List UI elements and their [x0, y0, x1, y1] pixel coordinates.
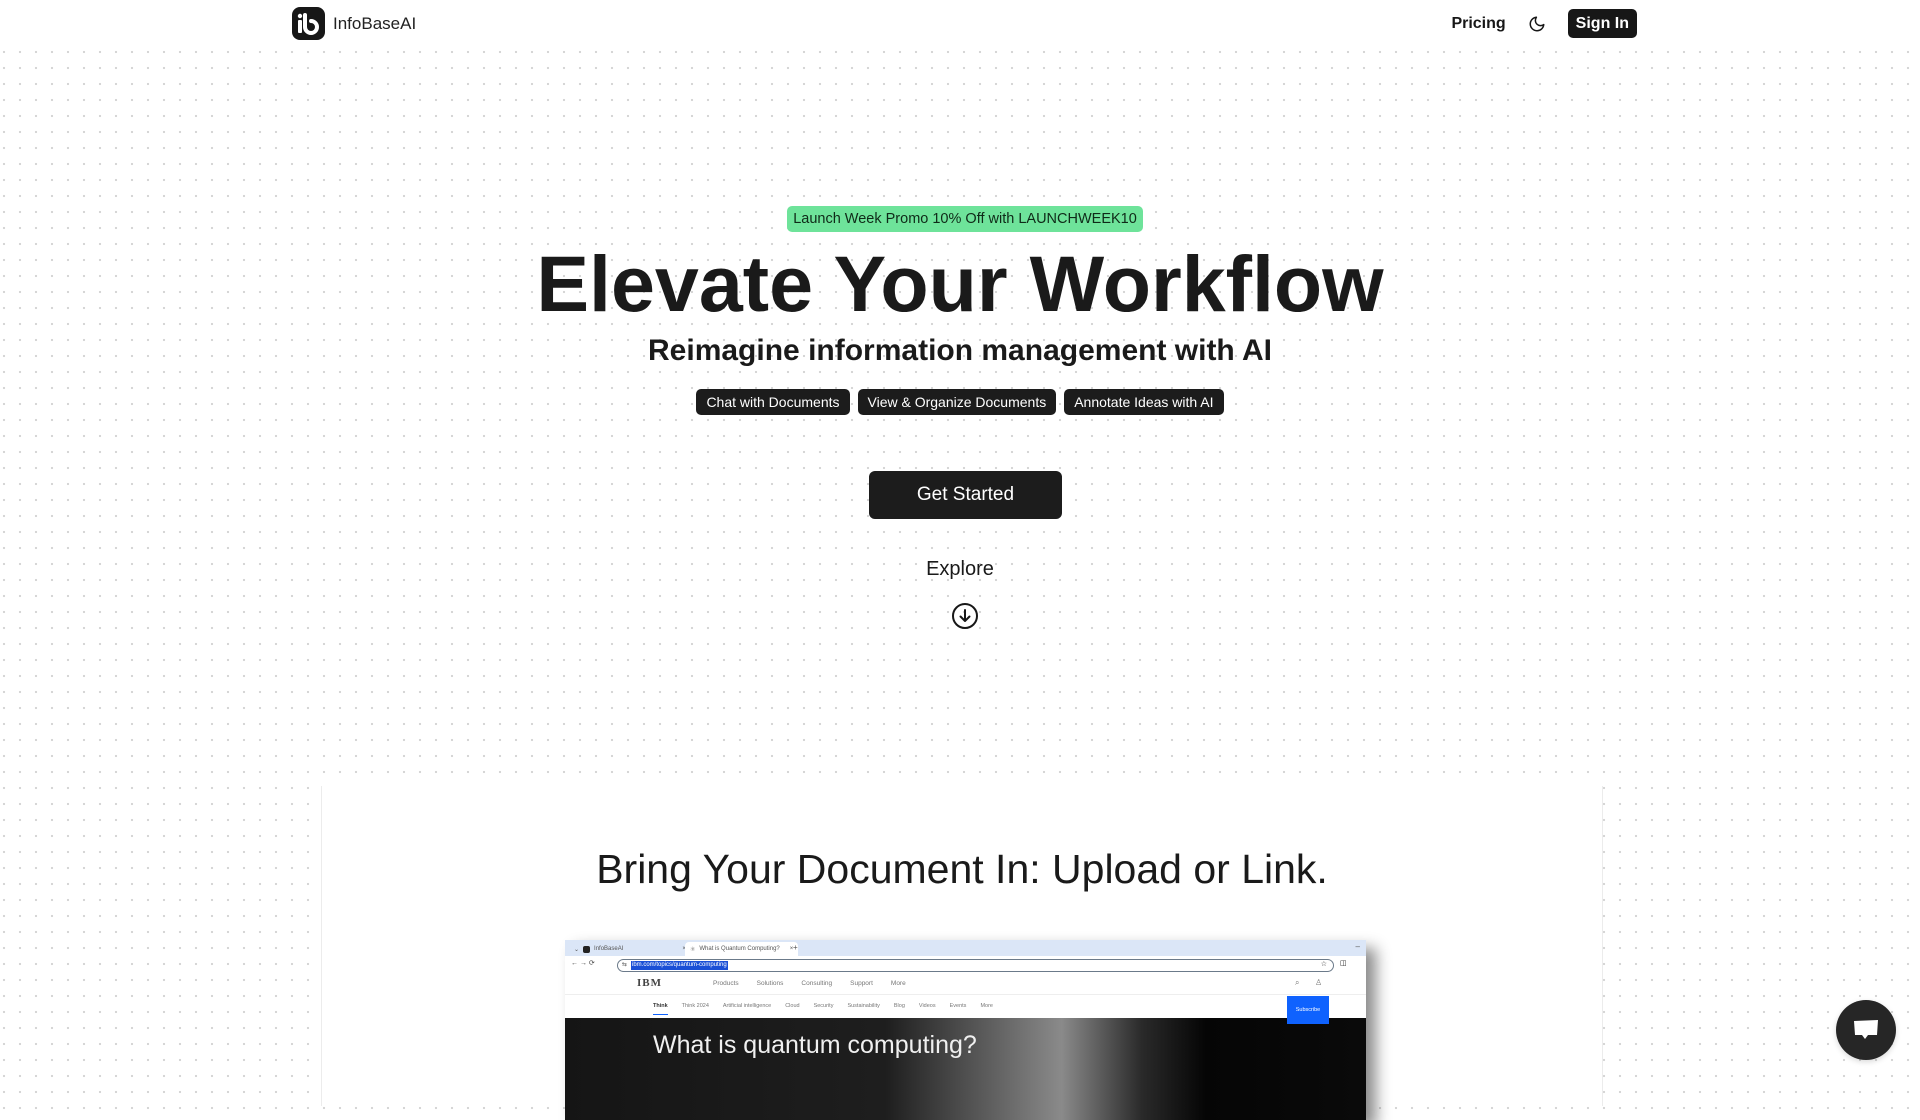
get-started-button[interactable]: Get Started [869, 471, 1062, 519]
extension-icon: ◫ [1340, 960, 1347, 967]
screenshot-tab: ⌄ InfoBaseAI × [574, 945, 686, 953]
promo-badge: Launch Week Promo 10% Off with LAUNCHWEE… [787, 206, 1143, 232]
screenshot-site-nav: IBM Products Solutions Consulting Suppor… [565, 974, 1366, 995]
feature-pill-chat: Chat with Documents [696, 389, 850, 415]
pricing-link[interactable]: Pricing [1451, 15, 1505, 33]
star-icon: ☆ [1320, 961, 1327, 968]
minimize-icon: – [1355, 942, 1360, 951]
screenshot-url: ibm.com/topics/quantum-computing [631, 961, 728, 970]
feature-pills: Chat with Documents View & Organize Docu… [0, 389, 1920, 415]
arrow-down-circle-icon[interactable] [951, 602, 979, 630]
hero-title: Elevate Your Workflow [536, 239, 1384, 328]
infobase-favicon-icon [583, 945, 591, 953]
browser-screenshot: ⌄ InfoBaseAI × ⚛ What is Quantum Computi… [565, 940, 1366, 1120]
screenshot-hero-text: What is quantum computing? [653, 1031, 977, 1059]
sign-in-button[interactable]: Sign In [1567, 9, 1637, 38]
screenshot-subscribe-button: Subscribe [1287, 996, 1329, 1024]
moon-icon [1529, 16, 1545, 31]
chat-bubble-icon [1854, 1020, 1878, 1039]
brand-name: InfoBaseAI [333, 13, 417, 33]
search-icon: ⌕ [1295, 978, 1300, 987]
nav-arrows-icon: ← → ⟳ [571, 960, 595, 967]
screenshot-address-bar: ← → ⟳ ⇆ ibm.com/topics/quantum-computing… [565, 956, 1366, 974]
feature-pill-view: View & Organize Documents [857, 389, 1057, 415]
header-nav: Pricing Sign In [1451, 9, 1637, 38]
site-header: InfoBaseAI Pricing Sign In [0, 0, 1920, 48]
screenshot-tab-bar: ⌄ InfoBaseAI × ⚛ What is Quantum Computi… [565, 940, 1366, 956]
screenshot-hero-image: Subscribe What is quantum computing? [565, 996, 1366, 1120]
upload-section-card: Bring Your Document In: Upload or Link. … [321, 786, 1603, 1120]
section-title: Bring Your Document In: Upload or Link. [596, 846, 1328, 892]
theme-toggle-button[interactable] [1526, 13, 1548, 35]
brand-logo-link[interactable]: InfoBaseAI [292, 7, 416, 40]
hero-subtitle: Reimagine information management with AI [648, 334, 1272, 367]
explore-label: Explore [926, 558, 994, 580]
chat-widget-button[interactable] [1836, 1000, 1896, 1060]
ib-logo-icon [292, 7, 325, 40]
screenshot-tab-active: ⚛ What is Quantum Computing? × [685, 942, 799, 956]
screenshot-site-subnav: Think Think 2024 Artificial intelligence… [565, 995, 1366, 1017]
feature-pill-annotate: Annotate Ideas with AI [1064, 389, 1224, 415]
user-icon: ♙ [1315, 978, 1323, 987]
new-tab-icon: + [793, 943, 798, 952]
